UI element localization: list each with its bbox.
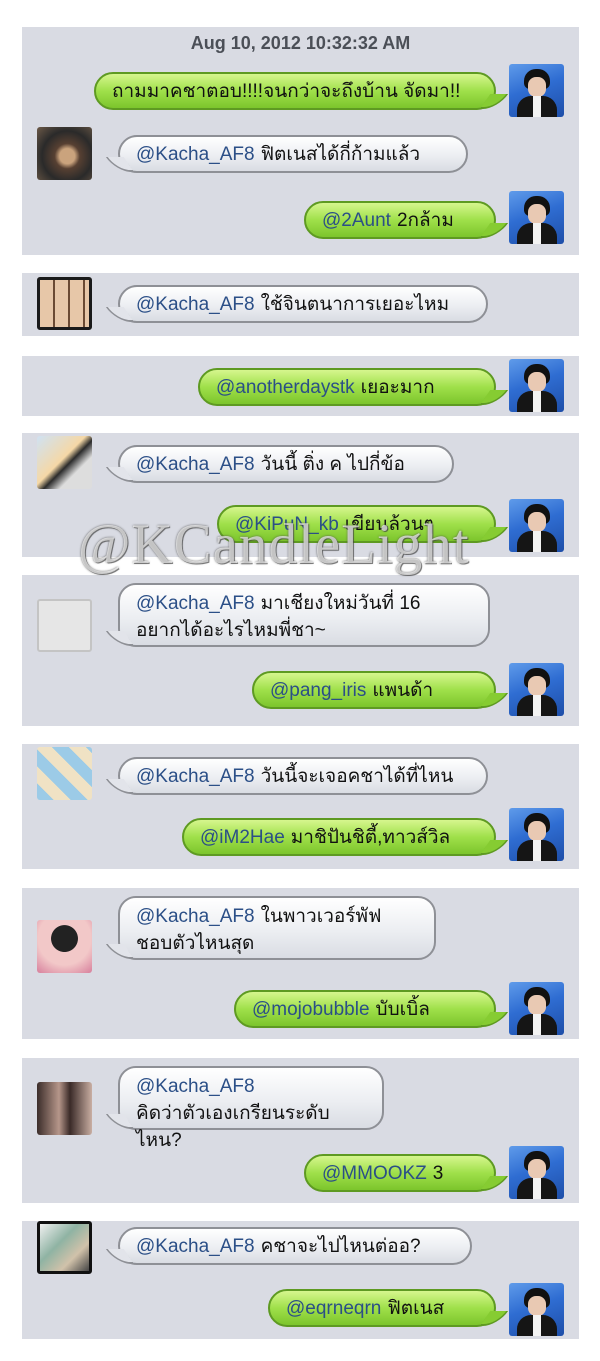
follower-avatar[interactable] [37, 920, 92, 973]
conversation-panel: @Kacha_AF8 คชาจะไปไหนต่ออ? @eqrneqrn ฟิตเน… [22, 1221, 579, 1339]
message-bubble-incoming[interactable]: @Kacha_AF8 ฟิตเนสได้กี่ก้ามแล้ว [118, 135, 468, 173]
mention-link[interactable]: @Kacha_AF8 [136, 294, 255, 315]
mention-link[interactable]: @mojobubble [252, 999, 370, 1020]
watermark: @KCandleLight [78, 513, 470, 576]
message-bubble-incoming[interactable]: @Kacha_AF8 มาเชียงใหม่วันที่ 16 อยากได้อะ… [118, 583, 490, 647]
user-avatar[interactable] [509, 499, 564, 552]
user-avatar[interactable] [509, 1283, 564, 1336]
message-text-line-2: ชอบตัวไหนสุด [136, 933, 255, 954]
message-bubble-outgoing[interactable]: @anotherdaystk เยอะมาก [198, 368, 496, 406]
mention-link[interactable]: @MMOOKZ [322, 1163, 427, 1184]
follower-avatar[interactable] [37, 127, 92, 180]
message-bubble-outgoing[interactable]: @iM2Hae มาชิปันชิตี้,ทาวส์วิล [182, 818, 496, 856]
conversation-panel: @Kacha_AF8 ในพาวเวอร์พัฟ ชอบตัวไหนสุด @mo… [22, 888, 579, 1039]
conversation-panel: @Kacha_AF8 มาเชียงใหม่วันที่ 16 อยากได้อะ… [22, 575, 579, 726]
message-timestamp: Aug 10, 2012 10:32:32 AM [190, 33, 411, 53]
message-bubble-outgoing[interactable]: @pang_iris แพนด้า [252, 671, 496, 709]
message-bubble-incoming[interactable]: @Kacha_AF8 คิดว่าตัวเองเกรียนระดับไหน? [118, 1066, 384, 1151]
mention-link[interactable]: @iM2Hae [200, 827, 285, 848]
mention-link[interactable]: @Kacha_AF8 [136, 906, 255, 927]
message-text: ใช้จินตนาการเยอะไหม [260, 294, 450, 315]
message-text: มาชิปันชิตี้,ทาวส์วิล [290, 827, 451, 848]
message-bubble-outgoing[interactable]: @2Aunt 2กล้าม [304, 201, 496, 239]
message-bubble-incoming[interactable]: @Kacha_AF8 คชาจะไปไหนต่ออ? [118, 1227, 472, 1265]
message-text: 3 [432, 1163, 444, 1184]
message-text: 2กล้าม [396, 210, 454, 231]
message-text: แพนด้า [372, 680, 434, 701]
conversation-panel: @Kacha_AF8 ใช้จินตนาการเยอะไหม [22, 273, 579, 336]
user-avatar[interactable] [509, 808, 564, 861]
message-bubble-incoming[interactable]: @Kacha_AF8 ใช้จินตนาการเยอะไหม [118, 285, 488, 323]
user-avatar[interactable] [509, 191, 564, 244]
mention-link[interactable]: @eqrneqrn [286, 1298, 381, 1319]
user-avatar[interactable] [509, 663, 564, 716]
message-text: ฟิตเนสได้กี่ก้ามแล้ว [260, 144, 421, 165]
message-text: คิดว่าตัวเองเกรียนระดับไหน? [136, 1103, 330, 1151]
follower-avatar[interactable] [37, 1082, 92, 1135]
mention-link[interactable]: @Kacha_AF8 [136, 766, 255, 787]
conversation-panel: @Kacha_AF8 วันนี้จะเจอคชาได้ที่ไหน @iM2Ha… [22, 744, 579, 869]
user-avatar[interactable] [509, 982, 564, 1035]
follower-avatar[interactable] [37, 747, 92, 800]
message-bubble-incoming[interactable]: @Kacha_AF8 วันนี้จะเจอคชาได้ที่ไหน [118, 757, 488, 795]
conversation-panel: @anotherdaystk เยอะมาก [22, 356, 579, 416]
message-text: คชาจะไปไหนต่ออ? [260, 1236, 421, 1257]
mention-link[interactable]: @Kacha_AF8 [136, 144, 255, 165]
follower-avatar[interactable] [37, 277, 92, 330]
mention-link[interactable]: @Kacha_AF8 [136, 1236, 255, 1257]
follower-avatar[interactable] [37, 599, 92, 652]
message-text: วันนี้ ติ่ง ค ไปกี่ข้อ [260, 454, 405, 475]
user-avatar[interactable] [509, 359, 564, 412]
user-avatar[interactable] [509, 64, 564, 117]
conversation-panel: @Kacha_AF8 คิดว่าตัวเองเกรียนระดับไหน? @… [22, 1058, 579, 1203]
mention-link[interactable]: @anotherdaystk [216, 377, 355, 398]
user-avatar[interactable] [509, 1146, 564, 1199]
message-bubble-outgoing[interactable]: @eqrneqrn ฟิตเนส [268, 1289, 496, 1327]
message-bubble-incoming[interactable]: @Kacha_AF8 ในพาวเวอร์พัฟ ชอบตัวไหนสุด [118, 896, 436, 960]
message-bubble-outgoing[interactable]: @mojobubble บับเบิ้ล [234, 990, 496, 1028]
message-text: ฟิตเนส [387, 1298, 445, 1319]
follower-avatar[interactable] [37, 1221, 92, 1274]
message-text: ในพาวเวอร์พัฟ [260, 906, 382, 927]
message-text: ถามมาคชาตอบ!!!!จนกว่าจะถึงบ้าน จัดมา!! [112, 81, 461, 102]
message-text-line-2: อยากได้อะไรไหมพี่ชา~ [136, 620, 326, 641]
message-text: มาเชียงใหม่วันที่ 16 [260, 593, 421, 614]
follower-avatar[interactable] [37, 436, 92, 489]
mention-link[interactable]: @pang_iris [270, 680, 366, 701]
message-bubble-outgoing[interactable]: @MMOOKZ 3 [304, 1154, 496, 1192]
message-bubble-incoming[interactable]: @Kacha_AF8 วันนี้ ติ่ง ค ไปกี่ข้อ [118, 445, 454, 483]
message-text: เยอะมาก [360, 377, 435, 398]
mention-link[interactable]: @Kacha_AF8 [136, 593, 255, 614]
message-text: บับเบิ้ล [375, 999, 430, 1020]
message-text: วันนี้จะเจอคชาได้ที่ไหน [260, 766, 454, 787]
message-bubble-outgoing[interactable]: ถามมาคชาตอบ!!!!จนกว่าจะถึงบ้าน จัดมา!! [94, 72, 496, 110]
conversation-panel: Aug 10, 2012 10:32:32 AM ถามมาคชาตอบ!!!!… [22, 27, 579, 255]
mention-link[interactable]: @Kacha_AF8 [136, 454, 255, 475]
mention-link[interactable]: @Kacha_AF8 [136, 1076, 255, 1097]
mention-link[interactable]: @2Aunt [322, 210, 391, 231]
